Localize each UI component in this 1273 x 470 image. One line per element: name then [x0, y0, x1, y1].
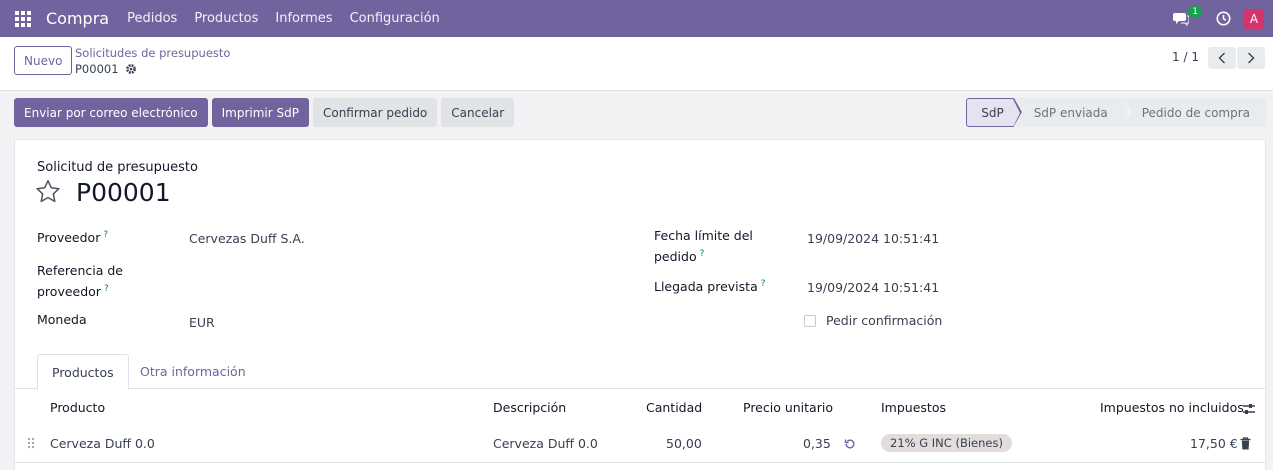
- expected-arrival-field[interactable]: 19/09/2024 10:51:41: [807, 280, 939, 295]
- chevron-left-icon: [1218, 52, 1225, 64]
- column-header-subtotal[interactable]: Impuestos no incluidos: [1100, 400, 1244, 415]
- new-button[interactable]: Nuevo: [14, 46, 73, 75]
- notebook-tabs: Productos Otra información: [15, 354, 1265, 390]
- order-deadline-label-line2: pedido: [654, 249, 697, 265]
- row-subtotal: 17,50 €: [1190, 436, 1238, 451]
- top-navbar: Compra Pedidos Productos Informes Config…: [0, 0, 1273, 37]
- drag-handle-icon[interactable]: [27, 437, 35, 449]
- status-step-sdp[interactable]: SdP: [966, 98, 1022, 127]
- pager-next-button[interactable]: [1237, 47, 1265, 69]
- pager-previous-button[interactable]: [1208, 47, 1236, 69]
- currency-label: Moneda: [37, 312, 87, 327]
- vendor-label: Proveedor?: [37, 226, 108, 247]
- breadcrumb-current-label: P00001: [75, 62, 119, 76]
- column-header-taxes[interactable]: Impuestos: [881, 400, 946, 415]
- status-arrow: [1121, 98, 1130, 126]
- pager-value[interactable]: 1 / 1: [1172, 50, 1199, 64]
- menu-pedidos[interactable]: Pedidos: [127, 11, 177, 26]
- star-icon[interactable]: [35, 179, 61, 204]
- form-sheet: Solicitud de presupuesto P00001 Proveedo…: [14, 139, 1266, 470]
- help-icon[interactable]: ?: [700, 249, 705, 259]
- avatar[interactable]: A: [1244, 8, 1264, 29]
- row-product[interactable]: Cerveza Duff 0.0: [50, 436, 155, 451]
- expected-arrival-label-text: Llegada prevista: [654, 279, 758, 295]
- status-step-sdp-sent-label: SdP enviada: [1033, 105, 1108, 120]
- status-step-purchase-order-label: Pedido de compra: [1141, 105, 1250, 120]
- tab-otra-informacion[interactable]: Otra información: [126, 354, 260, 389]
- clock-icon[interactable]: [1208, 0, 1238, 37]
- tab-productos[interactable]: Productos: [37, 354, 129, 390]
- breadcrumb-parent[interactable]: Solicitudes de presupuesto: [75, 46, 230, 60]
- order-deadline-label: Fecha límite del pedido?: [654, 226, 753, 266]
- apps-menu-icon[interactable]: [0, 0, 46, 37]
- document-name: P00001: [76, 178, 171, 207]
- column-settings-icon[interactable]: [1242, 402, 1256, 416]
- reset-price-icon[interactable]: [844, 438, 856, 450]
- app-name[interactable]: Compra: [46, 9, 109, 28]
- menu-configuracion[interactable]: Configuración: [350, 11, 440, 26]
- ask-confirmation-label: Pedir confirmación: [826, 313, 943, 328]
- row-description[interactable]: Cerveza Duff 0.0: [493, 436, 598, 451]
- help-icon[interactable]: ?: [104, 284, 109, 294]
- expected-arrival-label: Llegada prevista?: [654, 275, 766, 296]
- chat-badge: 1: [1188, 6, 1202, 18]
- breadcrumb-current: P00001: [75, 62, 137, 76]
- column-header-product[interactable]: Producto: [50, 400, 105, 415]
- status-arrow-inner: [1012, 99, 1020, 127]
- vendor-field[interactable]: Cervezas Duff S.A.: [189, 231, 305, 246]
- print-rfq-button[interactable]: Imprimir SdP: [211, 98, 309, 127]
- order-deadline-label-line1: Fecha límite del: [654, 228, 753, 243]
- vendor-reference-field[interactable]: [189, 265, 609, 283]
- confirm-order-button[interactable]: Confirmar pedido: [312, 98, 438, 127]
- menu-productos[interactable]: Productos: [194, 11, 258, 26]
- chat-icon[interactable]: 1: [1166, 0, 1202, 37]
- action-bar: Enviar por correo electrónico Imprimir S…: [14, 98, 515, 127]
- status-step-purchase-order[interactable]: Pedido de compra: [1121, 98, 1266, 127]
- status-step-sdp-sent[interactable]: SdP enviada: [1013, 98, 1130, 127]
- trash-icon[interactable]: [1240, 437, 1251, 450]
- ask-confirmation-checkbox[interactable]: [804, 315, 816, 327]
- gear-icon[interactable]: [125, 63, 137, 75]
- order-deadline-field[interactable]: 19/09/2024 10:51:41: [807, 231, 939, 246]
- document-type-label: Solicitud de presupuesto: [37, 160, 198, 175]
- chevron-right-icon: [1248, 52, 1255, 64]
- row-divider: [15, 462, 1265, 463]
- help-icon[interactable]: ?: [103, 230, 108, 240]
- status-bar: SdP SdP enviada Pedido de compra: [966, 98, 1266, 127]
- vendor-reference-label: Referencia de proveedor?: [37, 261, 123, 301]
- tax-tag[interactable]: 21% G INC (Bienes): [881, 434, 1012, 452]
- row-quantity[interactable]: 50,00: [666, 436, 702, 451]
- column-header-description[interactable]: Descripción: [493, 400, 566, 415]
- menu-informes[interactable]: Informes: [275, 11, 332, 26]
- help-icon[interactable]: ?: [761, 279, 766, 289]
- status-step-sdp-label: SdP: [981, 105, 1004, 120]
- vendor-reference-label-line2: proveedor: [37, 284, 101, 300]
- currency-field[interactable]: EUR: [189, 315, 215, 330]
- column-header-quantity[interactable]: Cantidad: [646, 400, 702, 415]
- vendor-reference-label-line1: Referencia de: [37, 263, 123, 278]
- column-header-unit-price[interactable]: Precio unitario: [743, 400, 833, 415]
- vendor-label-text: Proveedor: [37, 230, 101, 246]
- cancel-button[interactable]: Cancelar: [441, 98, 515, 127]
- control-panel: Nuevo Solicitudes de presupuesto P00001 …: [0, 37, 1273, 91]
- row-unit-price[interactable]: 0,35: [803, 436, 831, 451]
- send-email-button[interactable]: Enviar por correo electrónico: [14, 98, 208, 127]
